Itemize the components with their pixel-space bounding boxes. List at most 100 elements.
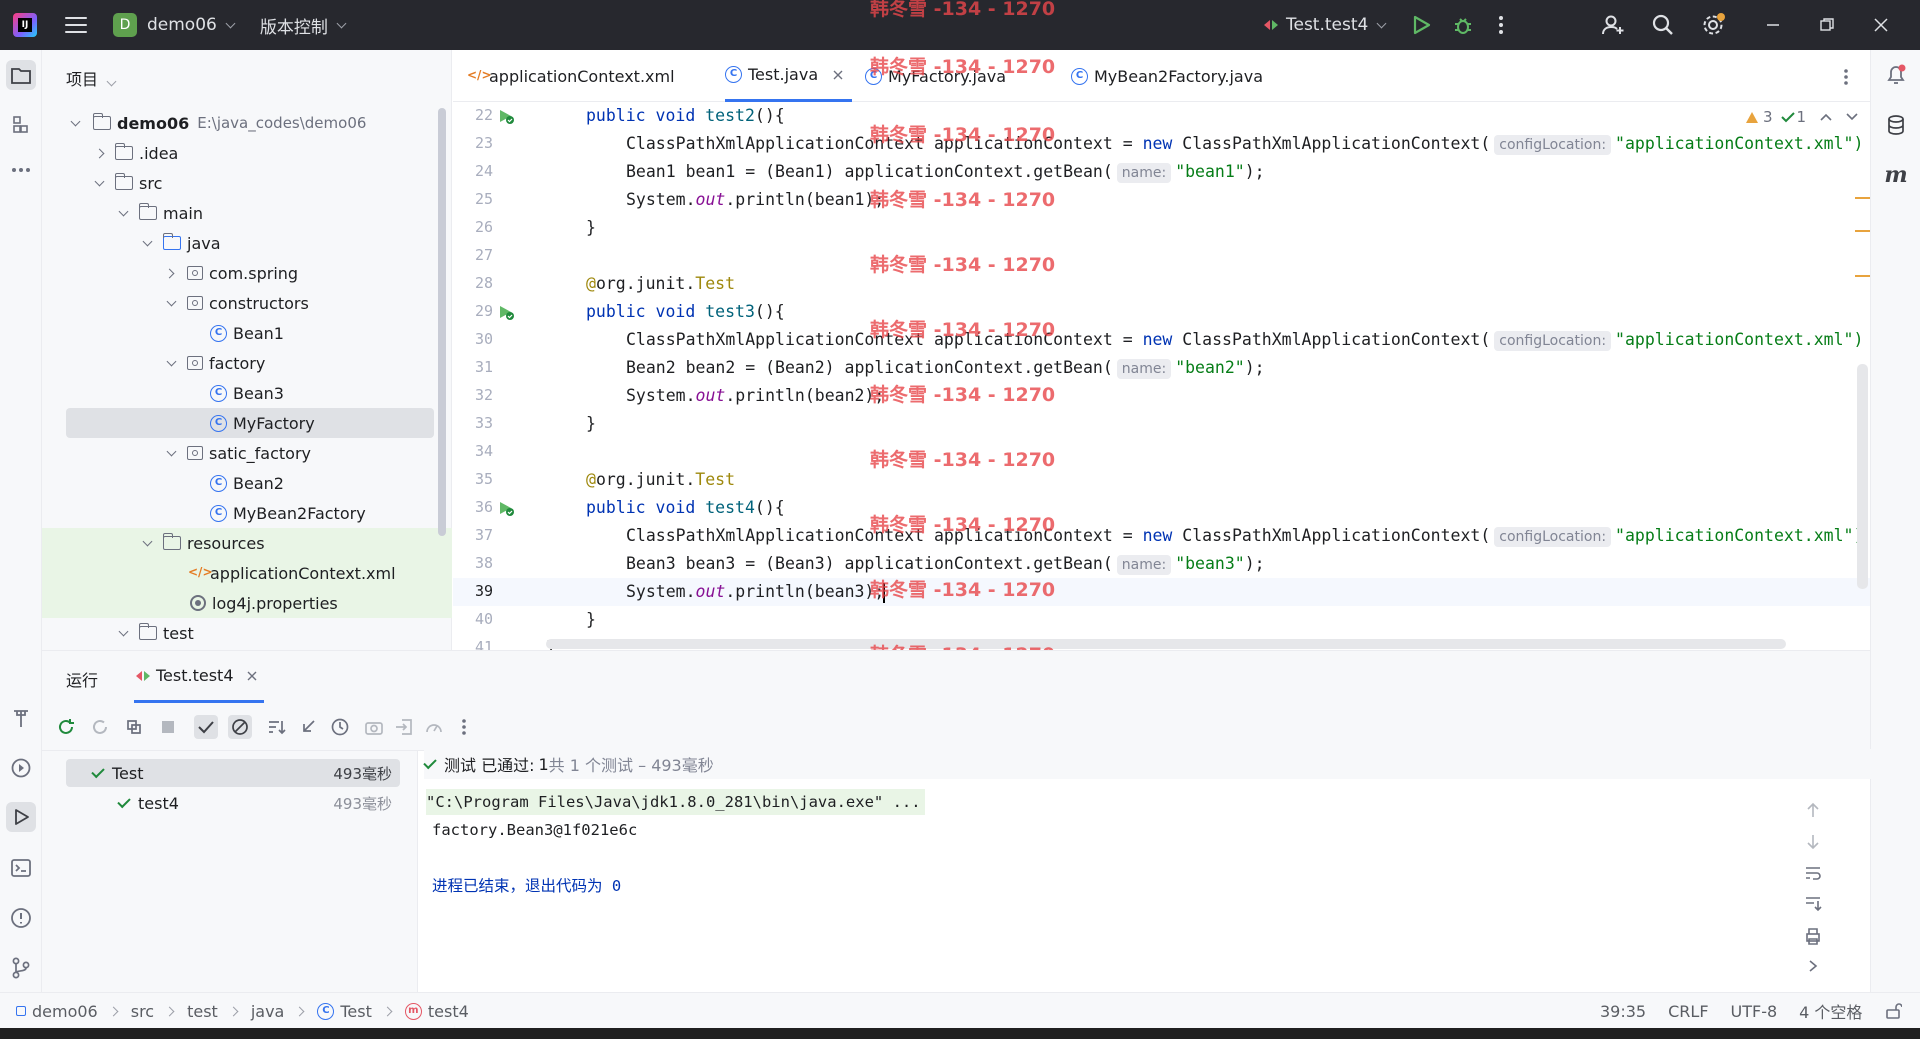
expand-arrow-icon[interactable] [94,176,105,186]
arrow-down-icon[interactable] [1805,833,1821,851]
console-output[interactable]: 测试 已通过: 1 共 1 个测试 – 493毫秒 "C:\Program Fi… [417,749,1877,993]
file-encoding[interactable]: UTF-8 [1731,1002,1778,1021]
tree-item-java[interactable]: java [42,228,452,258]
search-icon[interactable] [1651,13,1675,37]
warning-marker[interactable] [1855,230,1870,232]
settings-gear-icon[interactable] [1701,12,1727,38]
close-tab-icon[interactable] [832,69,844,81]
project-panel-title[interactable]: 项目 [66,66,117,90]
tree-item-main[interactable]: main [42,198,452,228]
rerun-failed-button[interactable] [88,715,112,739]
inspection-widget[interactable]: 3 1 [1745,108,1858,126]
test-node-test-class[interactable]: Test 493毫秒 [66,759,400,787]
maven-button[interactable]: m [1881,160,1911,190]
run-test-gutter-icon[interactable] [498,108,514,124]
more-actions-icon[interactable] [1498,15,1504,35]
tree-item-bean2[interactable]: C Bean2 [42,468,452,498]
coverage-button[interactable] [422,715,446,739]
tab-mybean2factory-java[interactable]: C MyBean2Factory.java [1071,50,1263,102]
project-scrollbar[interactable] [438,108,446,536]
minimize-icon[interactable] [1765,17,1781,33]
editor-vertical-scrollbar[interactable] [1857,364,1868,589]
tree-item-myfactory-selected[interactable]: C MyFactory [66,408,434,438]
tree-item-satic-factory[interactable]: satic_factory [42,438,452,468]
tree-item-bean3[interactable]: C Bean3 [42,378,452,408]
tree-item-com-spring[interactable]: com.spring [42,258,452,288]
run-icon[interactable] [1410,14,1432,36]
tree-item-bean1[interactable]: C Bean1 [42,318,452,348]
rerun-button[interactable] [54,715,78,739]
collapse-all-button[interactable] [296,715,320,739]
tab-options-icon[interactable] [1843,68,1849,86]
indent-setting[interactable]: 4 个空格 [1799,999,1862,1023]
tree-item-applicationcontext-xml[interactable]: </> applicationContext.xml [42,558,452,588]
services-tool-button[interactable] [6,753,36,783]
breadcrumb-item[interactable]: Test [340,1002,372,1021]
toggle-auto-test-button[interactable] [122,715,146,739]
database-button[interactable] [1881,110,1911,140]
expand-arrow-icon[interactable] [118,626,129,636]
test-node-test4[interactable]: test4 493毫秒 [66,789,400,817]
import-tests-button[interactable] [392,715,416,739]
breadcrumb-item[interactable]: java [251,1002,285,1021]
tab-applicationcontext-xml[interactable]: </> applicationContext.xml [467,50,675,102]
warning-marker[interactable] [1855,275,1870,277]
code-editor[interactable]: 3 1 public void test2(){ ClassPathXmlApp… [541,102,1870,650]
tree-item-constructors[interactable]: constructors [42,288,452,318]
warning-marker[interactable] [1855,197,1870,199]
project-switcher[interactable]: demo06 [147,15,217,35]
chevron-up-icon[interactable] [1820,112,1832,122]
terminal-tool-button[interactable] [6,853,36,883]
tree-item-test[interactable]: test [42,618,452,648]
expand-arrow-icon[interactable] [142,236,153,246]
tree-item-mybean2factory[interactable]: C MyBean2Factory [42,498,452,528]
breadcrumb-item[interactable]: demo06 [32,1002,98,1021]
scroll-to-end-icon[interactable] [1804,895,1822,913]
vcs-menu[interactable]: 版本控制 [260,13,328,38]
breadcrumb-item[interactable]: test4 [428,1002,469,1021]
notifications-button[interactable] [1881,60,1911,90]
restore-icon[interactable] [1819,17,1835,33]
tab-myfactory-java[interactable]: C MyFactory.java [865,50,1006,102]
sort-button[interactable] [264,715,288,739]
print-icon[interactable] [1804,927,1822,945]
tree-item-demo06[interactable]: demo06 E:\java_codes\demo06 [42,108,452,138]
expand-arrow-icon[interactable] [70,116,81,126]
main-menu-icon[interactable] [65,17,87,33]
more-run-options-button[interactable] [452,715,476,739]
close-window-icon[interactable] [1873,17,1889,33]
tab-run-test-test4[interactable]: Test.test4 [134,651,264,703]
expand-arrow-icon[interactable] [118,206,129,216]
expand-arrow-icon[interactable] [166,296,177,306]
project-badge[interactable]: D [113,13,137,37]
tree-item-idea[interactable]: .idea [42,138,452,168]
stop-button[interactable] [156,715,180,739]
run-config-selector[interactable]: Test.test4 [1262,0,1387,50]
more-tools-button[interactable] [6,155,36,185]
soft-wrap-icon[interactable] [1804,865,1822,881]
run-test-gutter-icon[interactable] [498,500,514,516]
tree-item-factory[interactable]: factory [42,348,452,378]
read-only-toggle-icon[interactable] [1884,1002,1903,1020]
breadcrumb-item[interactable]: test [187,1002,218,1021]
build-tool-button[interactable] [6,703,36,733]
caret-position[interactable]: 39:35 [1600,1002,1646,1021]
intellij-logo-icon[interactable]: IJ [13,13,37,37]
close-tab-icon[interactable] [246,670,258,682]
expand-arrow-icon[interactable] [142,536,153,546]
project-tool-button[interactable] [6,60,36,90]
screenshot-button[interactable] [362,715,386,739]
arrow-up-icon[interactable] [1805,801,1821,819]
structure-tool-button[interactable] [6,110,36,140]
line-separator[interactable]: CRLF [1668,1002,1708,1021]
debug-icon[interactable] [1452,14,1474,36]
tree-item-log4j-properties[interactable]: log4j.properties [42,588,452,618]
tab-test-java[interactable]: C Test.java [725,50,853,102]
git-tool-button[interactable] [6,953,36,983]
show-passed-button[interactable] [194,715,218,739]
expand-arrow-icon[interactable] [164,268,175,278]
expand-arrow-icon[interactable] [166,356,177,366]
run-tool-button[interactable] [6,802,36,832]
breadcrumb-item[interactable]: src [131,1002,154,1021]
editor-horizontal-scrollbar[interactable] [546,639,1786,649]
